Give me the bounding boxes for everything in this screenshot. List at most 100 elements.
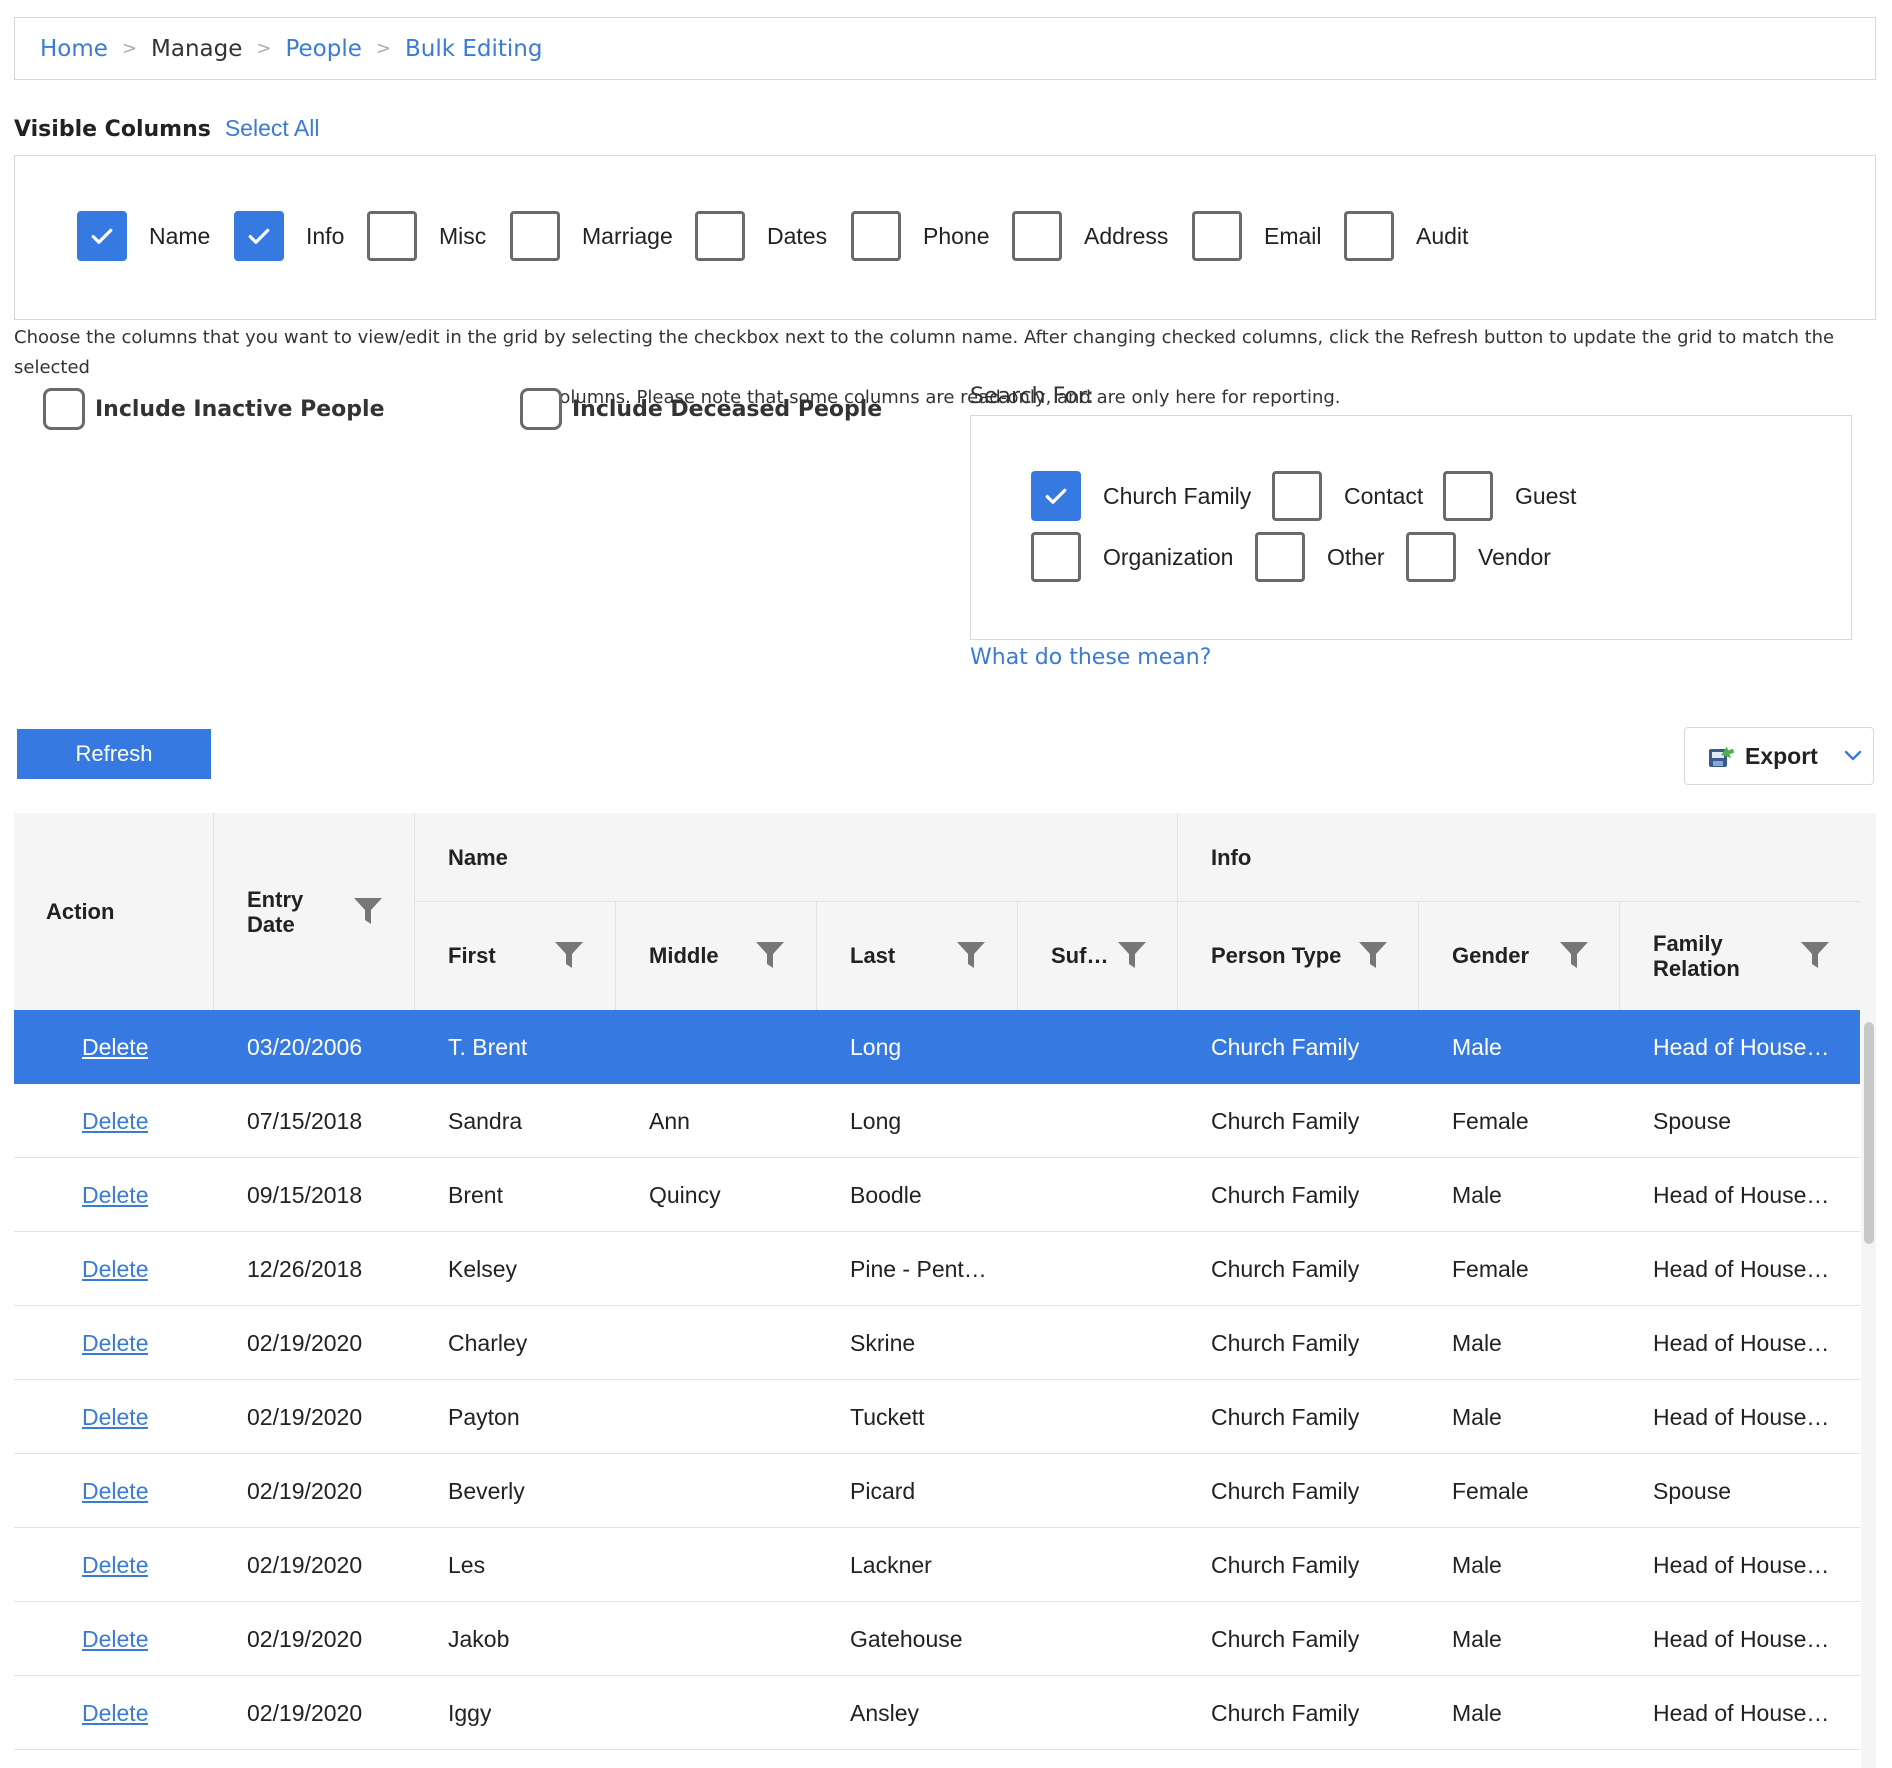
filter-icon[interactable] bbox=[352, 895, 384, 927]
cell-gender[interactable]: Female bbox=[1452, 1084, 1529, 1158]
column-toggle-misc[interactable]: Misc bbox=[367, 211, 486, 261]
cell-first[interactable]: Jakob bbox=[448, 1602, 509, 1676]
cell-first[interactable]: Beverly bbox=[448, 1454, 525, 1528]
search-option-guest[interactable]: Guest bbox=[1443, 471, 1576, 521]
refresh-button[interactable]: Refresh bbox=[17, 729, 211, 779]
cell-family-relation[interactable]: Spouse bbox=[1653, 1084, 1731, 1158]
cell-person-type[interactable]: Church Family bbox=[1211, 1454, 1359, 1528]
cell-entry-date[interactable]: 07/15/2018 bbox=[247, 1084, 362, 1158]
cell-family-relation[interactable]: Head of House… bbox=[1653, 1602, 1829, 1676]
delete-link[interactable]: Delete bbox=[82, 1676, 148, 1750]
checkbox[interactable] bbox=[1255, 532, 1305, 582]
delete-link[interactable]: Delete bbox=[82, 1454, 148, 1528]
filter-icon[interactable] bbox=[1116, 939, 1148, 971]
chevron-down-icon[interactable] bbox=[1844, 750, 1862, 762]
column-toggle-dates[interactable]: Dates bbox=[695, 211, 827, 261]
table-row[interactable]: Delete 02/19/2020 Payton Tuckett Church … bbox=[14, 1380, 1860, 1454]
column-toggle-phone[interactable]: Phone bbox=[851, 211, 990, 261]
grid-scrollbar[interactable] bbox=[1861, 1010, 1876, 1768]
cell-first[interactable]: T. Brent bbox=[448, 1010, 527, 1084]
header-gender[interactable]: Gender bbox=[1452, 943, 1529, 969]
cell-last[interactable]: Picard bbox=[850, 1454, 915, 1528]
search-option-contact[interactable]: Contact bbox=[1272, 471, 1423, 521]
table-row[interactable]: Delete 09/15/2018 Brent Quincy Boodle Ch… bbox=[14, 1158, 1860, 1232]
header-suffix[interactable]: Suf… bbox=[1051, 943, 1108, 969]
search-option-other[interactable]: Other bbox=[1255, 532, 1385, 582]
delete-link[interactable]: Delete bbox=[82, 1602, 148, 1676]
header-person-type[interactable]: Person Type bbox=[1211, 943, 1341, 969]
search-option-church-family[interactable]: Church Family bbox=[1031, 471, 1251, 521]
checkbox[interactable] bbox=[234, 211, 284, 261]
cell-entry-date[interactable]: 02/19/2020 bbox=[247, 1380, 362, 1454]
column-toggle-audit[interactable]: Audit bbox=[1344, 211, 1468, 261]
cell-last[interactable]: Boodle bbox=[850, 1158, 922, 1232]
checkbox[interactable] bbox=[1443, 471, 1493, 521]
cell-last[interactable]: Long bbox=[850, 1010, 901, 1084]
cell-person-type[interactable]: Church Family bbox=[1211, 1676, 1359, 1750]
cell-last[interactable]: Gatehouse bbox=[850, 1602, 963, 1676]
checkbox[interactable] bbox=[510, 211, 560, 261]
include-inactive-option[interactable]: Include Inactive People bbox=[43, 388, 385, 430]
checkbox[interactable] bbox=[1031, 532, 1081, 582]
cell-entry-date[interactable]: 09/15/2018 bbox=[247, 1158, 362, 1232]
cell-person-type[interactable]: Church Family bbox=[1211, 1528, 1359, 1602]
breadcrumb-bulk-editing[interactable]: Bulk Editing bbox=[405, 36, 542, 62]
cell-family-relation[interactable]: Head of House… bbox=[1653, 1380, 1829, 1454]
cell-last[interactable]: Ansley bbox=[850, 1676, 919, 1750]
table-row[interactable]: Delete 12/26/2018 Kelsey Pine - Pent… Ch… bbox=[14, 1232, 1860, 1306]
delete-link[interactable]: Delete bbox=[82, 1232, 148, 1306]
cell-first[interactable]: Sandra bbox=[448, 1084, 522, 1158]
table-row[interactable]: Delete 02/19/2020 Beverly Picard Church … bbox=[14, 1454, 1860, 1528]
filter-icon[interactable] bbox=[754, 939, 786, 971]
search-option-vendor[interactable]: Vendor bbox=[1406, 532, 1551, 582]
table-row[interactable]: Delete 03/20/2006 T. Brent Long Church F… bbox=[14, 1010, 1860, 1084]
cell-last[interactable]: Long bbox=[850, 1084, 901, 1158]
checkbox[interactable] bbox=[1192, 211, 1242, 261]
header-family-relation[interactable]: Family Relation bbox=[1653, 931, 1740, 981]
cell-gender[interactable]: Male bbox=[1452, 1380, 1502, 1454]
cell-family-relation[interactable]: Head of House… bbox=[1653, 1676, 1829, 1750]
cell-first[interactable]: Brent bbox=[448, 1158, 503, 1232]
scrollbar-thumb[interactable] bbox=[1864, 1022, 1874, 1244]
cell-person-type[interactable]: Church Family bbox=[1211, 1602, 1359, 1676]
column-toggle-info[interactable]: Info bbox=[234, 211, 344, 261]
cell-entry-date[interactable]: 02/19/2020 bbox=[247, 1306, 362, 1380]
cell-last[interactable]: Pine - Pent… bbox=[850, 1232, 987, 1306]
checkbox[interactable] bbox=[520, 388, 562, 430]
cell-first[interactable]: Les bbox=[448, 1528, 485, 1602]
breadcrumb-people[interactable]: People bbox=[285, 36, 361, 62]
cell-entry-date[interactable]: 12/26/2018 bbox=[247, 1232, 362, 1306]
filter-icon[interactable] bbox=[1799, 939, 1831, 971]
column-toggle-address[interactable]: Address bbox=[1012, 211, 1168, 261]
include-deceased-option[interactable]: Include Deceased People bbox=[520, 388, 882, 430]
cell-family-relation[interactable]: Head of House… bbox=[1653, 1010, 1829, 1084]
cell-entry-date[interactable]: 02/19/2020 bbox=[247, 1676, 362, 1750]
header-middle[interactable]: Middle bbox=[649, 943, 719, 969]
cell-family-relation[interactable]: Spouse bbox=[1653, 1454, 1731, 1528]
cell-person-type[interactable]: Church Family bbox=[1211, 1232, 1359, 1306]
checkbox[interactable] bbox=[77, 211, 127, 261]
cell-gender[interactable]: Female bbox=[1452, 1232, 1529, 1306]
cell-family-relation[interactable]: Head of House… bbox=[1653, 1528, 1829, 1602]
column-toggle-marriage[interactable]: Marriage bbox=[510, 211, 673, 261]
cell-entry-date[interactable]: 03/20/2006 bbox=[247, 1010, 362, 1084]
delete-link[interactable]: Delete bbox=[82, 1010, 148, 1084]
table-row[interactable]: Delete 02/19/2020 Les Lackner Church Fam… bbox=[14, 1528, 1860, 1602]
cell-entry-date[interactable]: 02/19/2020 bbox=[247, 1528, 362, 1602]
delete-link[interactable]: Delete bbox=[82, 1528, 148, 1602]
export-button[interactable]: Export bbox=[1684, 727, 1874, 785]
column-toggle-name[interactable]: Name bbox=[77, 211, 210, 261]
cell-gender[interactable]: Female bbox=[1452, 1454, 1529, 1528]
delete-link[interactable]: Delete bbox=[82, 1306, 148, 1380]
cell-middle[interactable]: Ann bbox=[649, 1084, 690, 1158]
breadcrumb-home[interactable]: Home bbox=[40, 36, 108, 62]
header-first[interactable]: First bbox=[448, 943, 496, 969]
cell-first[interactable]: Kelsey bbox=[448, 1232, 517, 1306]
cell-person-type[interactable]: Church Family bbox=[1211, 1306, 1359, 1380]
checkbox[interactable] bbox=[1012, 211, 1062, 261]
checkbox[interactable] bbox=[1031, 471, 1081, 521]
header-entry-date[interactable]: Entry Date bbox=[247, 887, 303, 937]
checkbox[interactable] bbox=[695, 211, 745, 261]
cell-family-relation[interactable]: Head of House… bbox=[1653, 1232, 1829, 1306]
filter-icon[interactable] bbox=[1357, 939, 1389, 971]
